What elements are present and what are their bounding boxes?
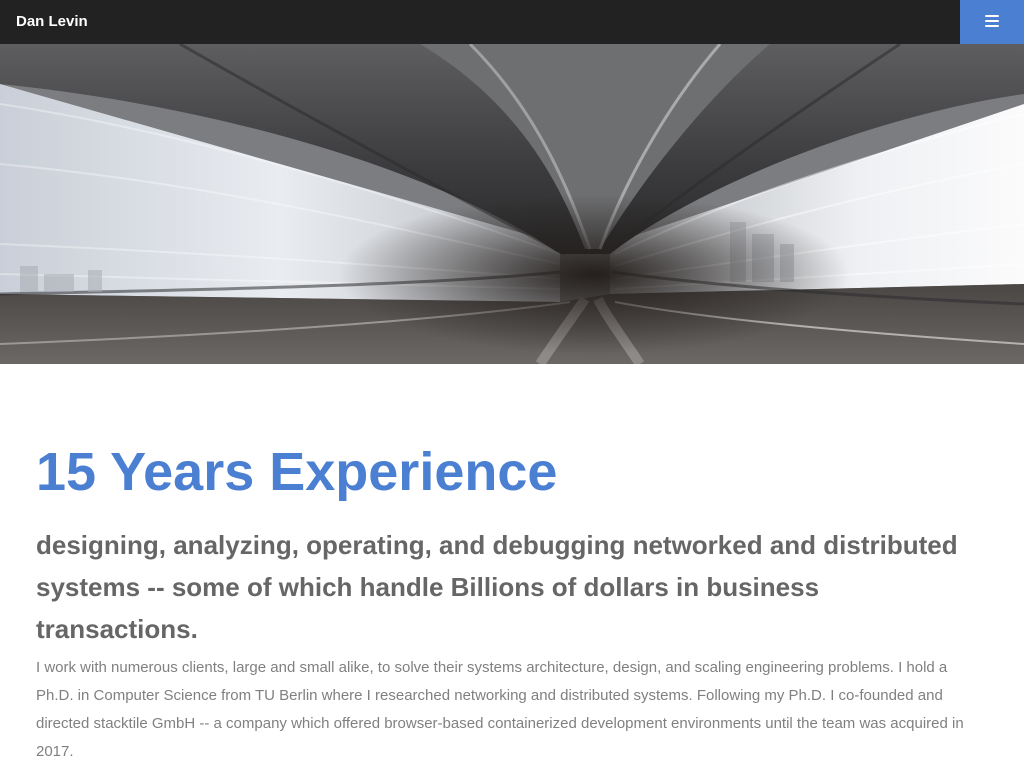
page-subheadline: designing, analyzing, operating, and deb… [36,530,958,644]
page-headline: 15 Years Experience [36,442,558,502]
hamburger-menu-icon [985,15,999,29]
menu-toggle-button[interactable] [960,0,1024,44]
hero-image [0,44,1024,364]
top-navbar: Dan Levin [0,0,1024,44]
site-brand-link[interactable]: Dan Levin [16,12,88,32]
tunnel-photo-illustration [0,44,1024,364]
intro-paragraph: I work with numerous clients, large and … [36,659,964,760]
